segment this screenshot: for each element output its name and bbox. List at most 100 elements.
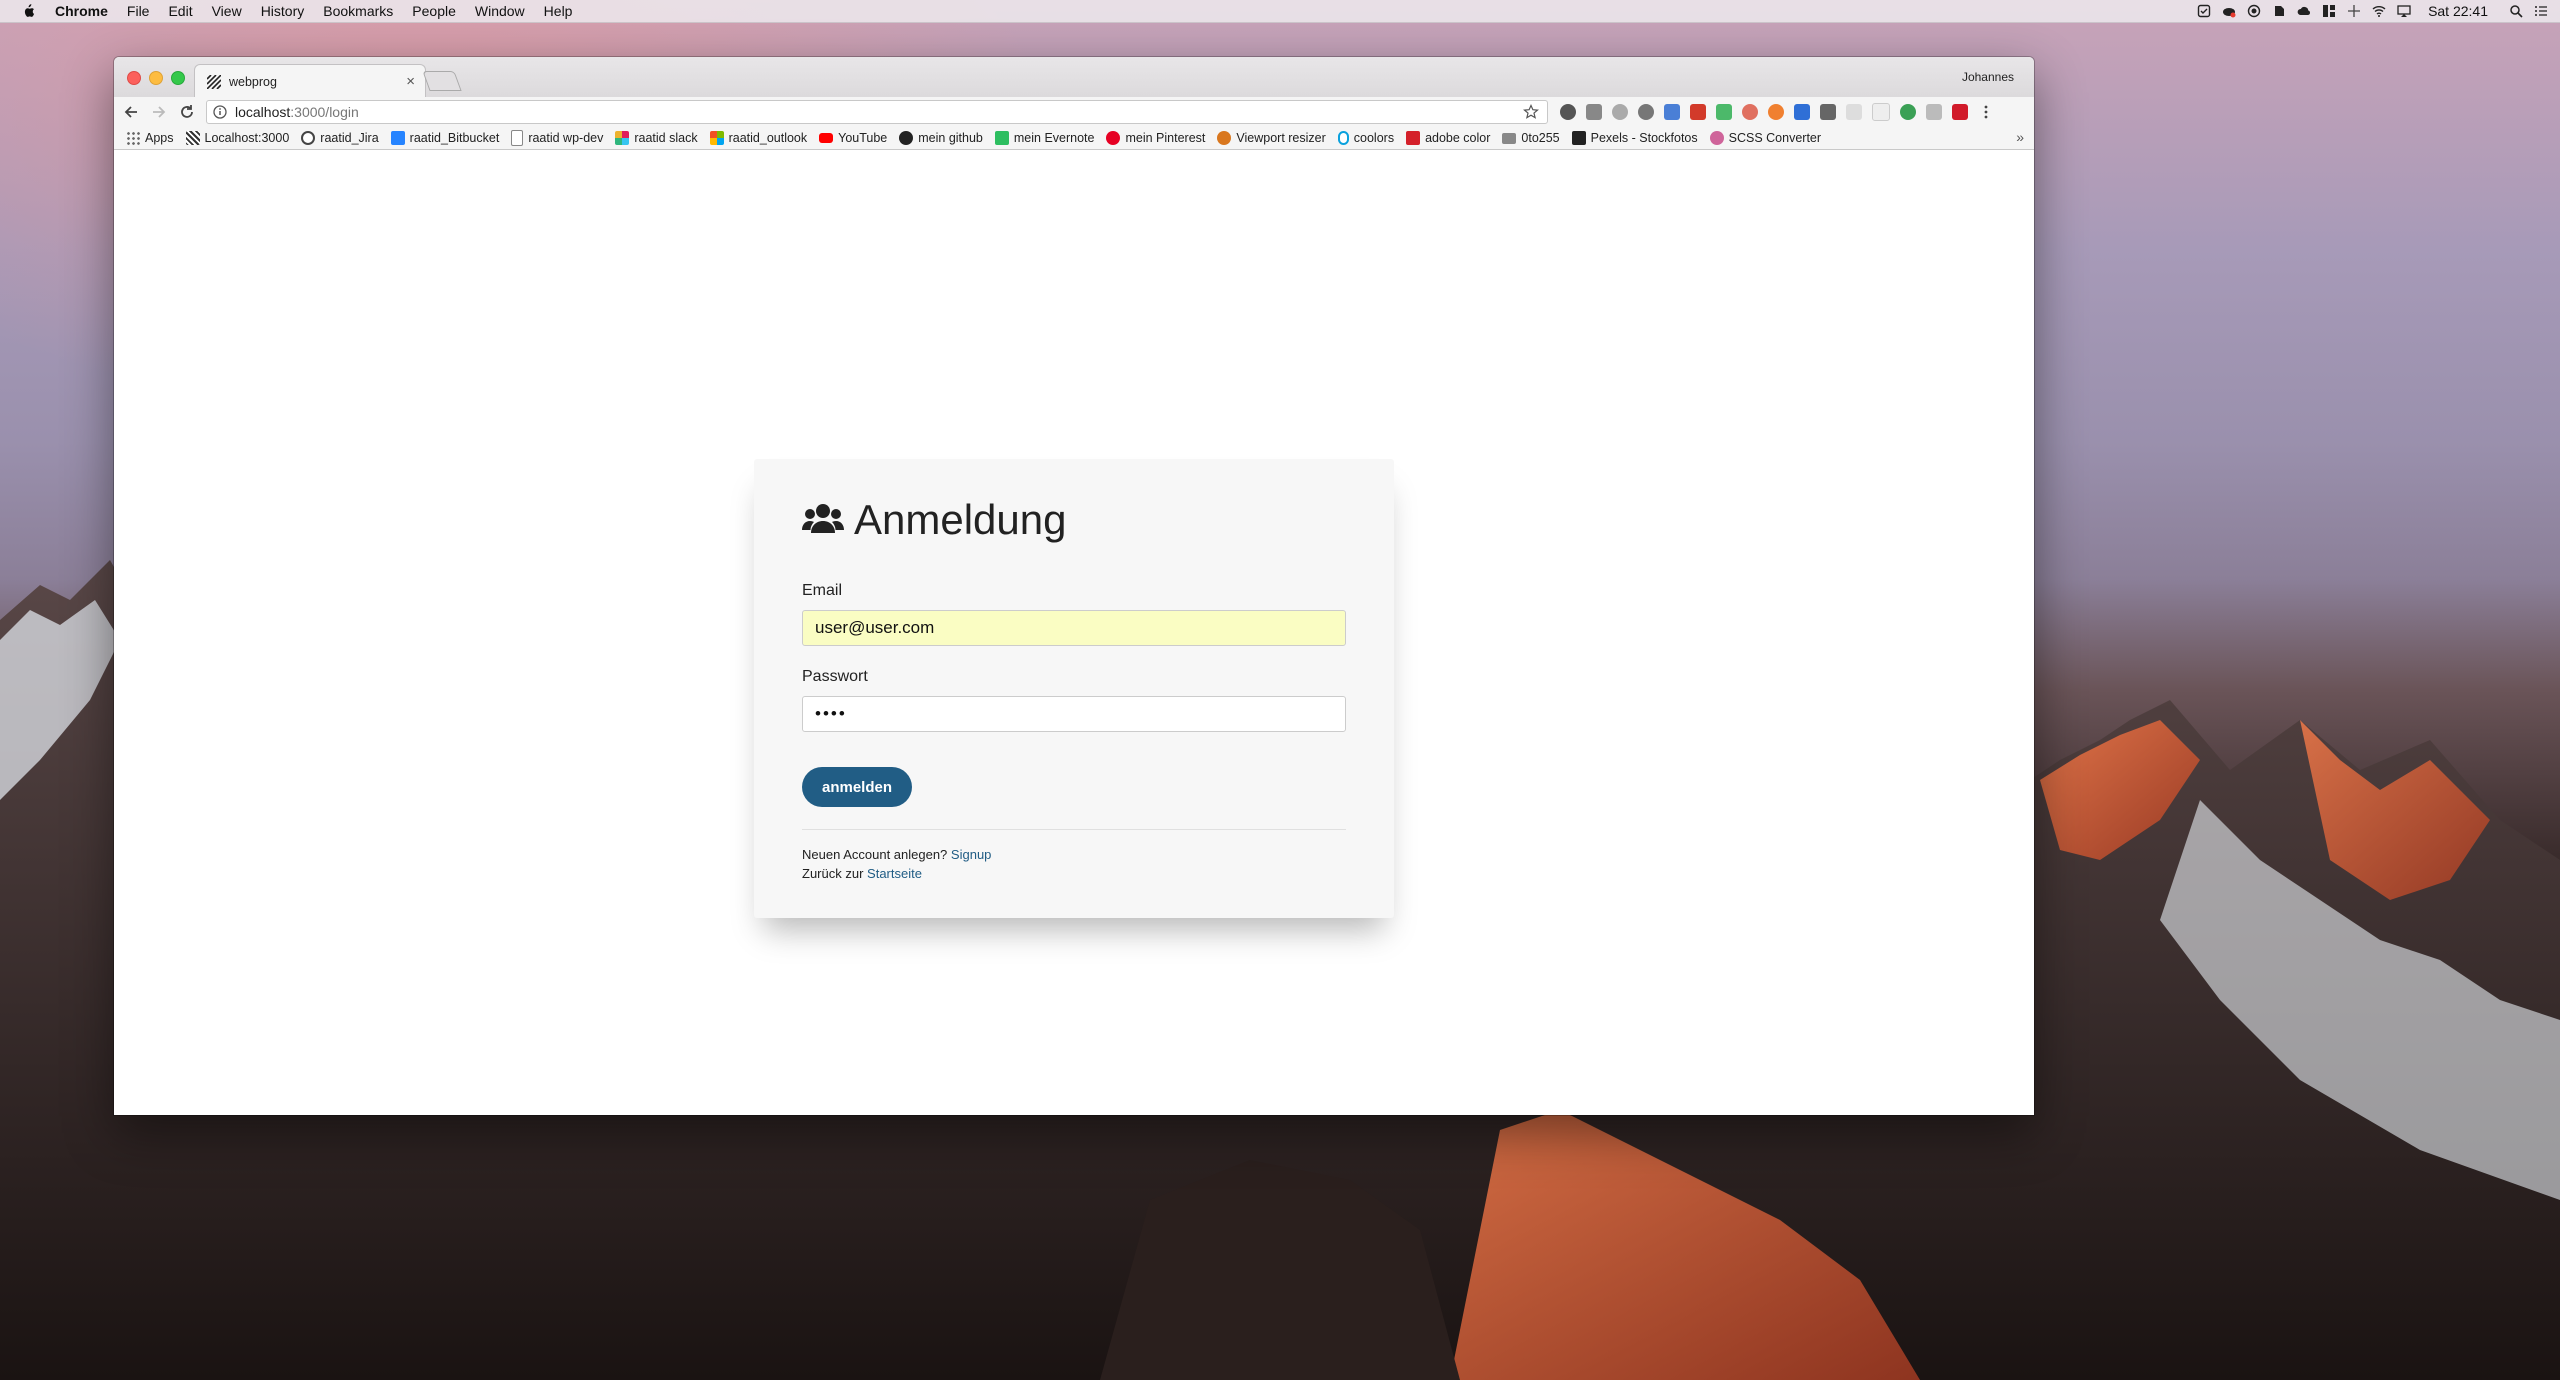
bookmark-item[interactable]: Localhost:3000 xyxy=(185,131,289,145)
forward-arrow-icon[interactable] xyxy=(148,101,170,123)
bookmarks-overflow-icon[interactable]: » xyxy=(2016,129,2024,145)
login-button[interactable]: anmelden xyxy=(802,767,912,807)
bookmark-label: mein Pinterest xyxy=(1125,131,1206,145)
menu-bookmarks[interactable]: Bookmarks xyxy=(323,3,393,19)
tab-webprog[interactable]: webprog × xyxy=(194,64,426,98)
bookmark-item[interactable]: raatid_Bitbucket xyxy=(390,131,499,145)
bookmark-star-icon[interactable] xyxy=(1523,104,1539,120)
youtube-icon xyxy=(819,133,834,143)
bookmark-item[interactable]: Apps xyxy=(126,131,174,145)
bookmark-item[interactable]: adobe color xyxy=(1406,131,1490,145)
tab-close-icon[interactable]: × xyxy=(406,73,415,90)
email-field[interactable]: user@user.com xyxy=(802,610,1346,646)
creative-cloud-icon[interactable] xyxy=(2222,4,2236,18)
bookmark-item[interactable]: 0to255 xyxy=(1502,131,1560,145)
bookmark-item[interactable]: mein Evernote xyxy=(994,131,1094,145)
spotlight-search-icon[interactable] xyxy=(2509,4,2523,18)
bookmark-label: Viewport resizer xyxy=(1236,131,1326,145)
address-bar[interactable]: localhost:3000/login xyxy=(206,100,1548,124)
wifi-icon[interactable] xyxy=(2372,4,2386,18)
bookmark-label: YouTube xyxy=(838,131,888,145)
evernote-extension-icon[interactable] xyxy=(1560,104,1576,120)
colorpicker-extension-icon[interactable] xyxy=(1742,104,1758,120)
menu-help[interactable]: Help xyxy=(544,3,573,19)
new-tab-button[interactable] xyxy=(422,71,462,91)
apps-grid-icon xyxy=(126,131,140,145)
bookmark-item[interactable]: raatid_Jira xyxy=(301,131,379,145)
airplay-icon[interactable] xyxy=(2397,4,2411,18)
signup-link[interactable]: Signup xyxy=(951,847,991,862)
menu-view[interactable]: View xyxy=(212,3,242,19)
menu-bar-clock[interactable]: Sat 22:41 xyxy=(2428,3,2488,19)
feather-extension-icon[interactable] xyxy=(1926,104,1942,120)
bookmark-label: 0to255 xyxy=(1521,131,1560,145)
menu-file[interactable]: File xyxy=(127,3,150,19)
screenshot-extension-icon[interactable] xyxy=(1586,104,1602,120)
white-extension-icon[interactable] xyxy=(1872,103,1890,121)
slack-icon xyxy=(615,131,630,145)
back-arrow-icon[interactable] xyxy=(120,101,142,123)
checkbox-status-icon[interactable] xyxy=(2197,4,2211,18)
menu-window[interactable]: Window xyxy=(475,3,525,19)
folder-icon xyxy=(1502,132,1517,144)
bookmark-item[interactable]: mein github xyxy=(899,131,983,145)
un-extension-icon[interactable] xyxy=(1952,104,1968,120)
evernote-helper-icon[interactable] xyxy=(2272,4,2286,18)
adobe-icon xyxy=(1406,131,1421,145)
bookmark-label: Pexels - Stockfotos xyxy=(1590,131,1698,145)
profile-button[interactable]: Johannes xyxy=(1962,70,2014,84)
cc-extension-icon[interactable] xyxy=(1846,104,1862,120)
bookmark-label: mein github xyxy=(918,131,983,145)
menu-app-chrome[interactable]: Chrome xyxy=(55,3,108,19)
shield-extension-icon[interactable] xyxy=(1820,104,1836,120)
chrome-menu-icon[interactable] xyxy=(1978,104,1994,120)
orange-extension-icon[interactable] xyxy=(1768,104,1784,120)
close-window-button[interactable] xyxy=(127,71,141,85)
zoom-window-button[interactable] xyxy=(171,71,185,85)
github-icon xyxy=(899,131,914,145)
move-extension-icon[interactable] xyxy=(1612,104,1628,120)
page-icon xyxy=(511,130,524,146)
macos-menu-bar: Chrome File Edit View History Bookmarks … xyxy=(0,0,2560,23)
info-icon[interactable] xyxy=(213,105,227,119)
apple-logo-icon[interactable] xyxy=(21,4,35,18)
notification-center-icon[interactable] xyxy=(2534,4,2548,18)
bookmark-item[interactable]: raatid_outlook xyxy=(709,131,808,145)
move-arrows-icon[interactable] xyxy=(2347,4,2361,18)
blue-extension-icon[interactable] xyxy=(1794,104,1810,120)
cloud-icon[interactable] xyxy=(2297,4,2311,18)
bookmark-label: Apps xyxy=(145,131,174,145)
bookmark-item[interactable]: Viewport resizer xyxy=(1217,131,1326,145)
bookmark-item[interactable]: coolors xyxy=(1337,131,1394,145)
password-field[interactable]: •••• xyxy=(802,696,1346,732)
bookmark-item[interactable]: raatid wp-dev xyxy=(511,130,603,146)
bookmark-item[interactable]: mein Pinterest xyxy=(1106,131,1205,145)
record-icon[interactable] xyxy=(2247,4,2261,18)
menu-edit[interactable]: Edit xyxy=(168,3,192,19)
bookmark-item[interactable]: YouTube xyxy=(819,131,887,145)
home-prefix: Zurück zur xyxy=(802,866,864,881)
menu-people[interactable]: People xyxy=(412,3,456,19)
extension-icons xyxy=(1560,103,1994,121)
minimize-window-button[interactable] xyxy=(149,71,163,85)
browser-window: webprog × Johannes localhost:3000/login xyxy=(114,57,2034,1115)
green-extension-icon[interactable] xyxy=(1716,104,1732,120)
users-icon xyxy=(802,504,844,533)
login-card: Anmeldung Email user@user.com Passwort •… xyxy=(754,459,1394,918)
signup-prefix: Neuen Account anlegen? xyxy=(802,847,948,862)
bookmark-item[interactable]: SCSS Converter xyxy=(1709,131,1821,145)
blocks-icon[interactable] xyxy=(2322,4,2336,18)
green-badge-extension-icon[interactable] xyxy=(1900,104,1916,120)
home-link[interactable]: Startseite xyxy=(867,866,922,881)
translate-extension-icon[interactable] xyxy=(1664,104,1680,120)
bookmark-item[interactable]: raatid slack xyxy=(615,131,698,145)
evernote-icon xyxy=(994,131,1009,145)
reload-icon[interactable] xyxy=(176,101,198,123)
bookmark-label: raatid slack xyxy=(634,131,698,145)
url-host: localhost xyxy=(235,104,291,120)
menu-history[interactable]: History xyxy=(261,3,305,19)
bookmark-label: raatid_outlook xyxy=(728,131,808,145)
bookmark-item[interactable]: Pexels - Stockfotos xyxy=(1571,131,1698,145)
red-extension-icon[interactable] xyxy=(1690,104,1706,120)
pin-extension-icon[interactable] xyxy=(1638,104,1654,120)
